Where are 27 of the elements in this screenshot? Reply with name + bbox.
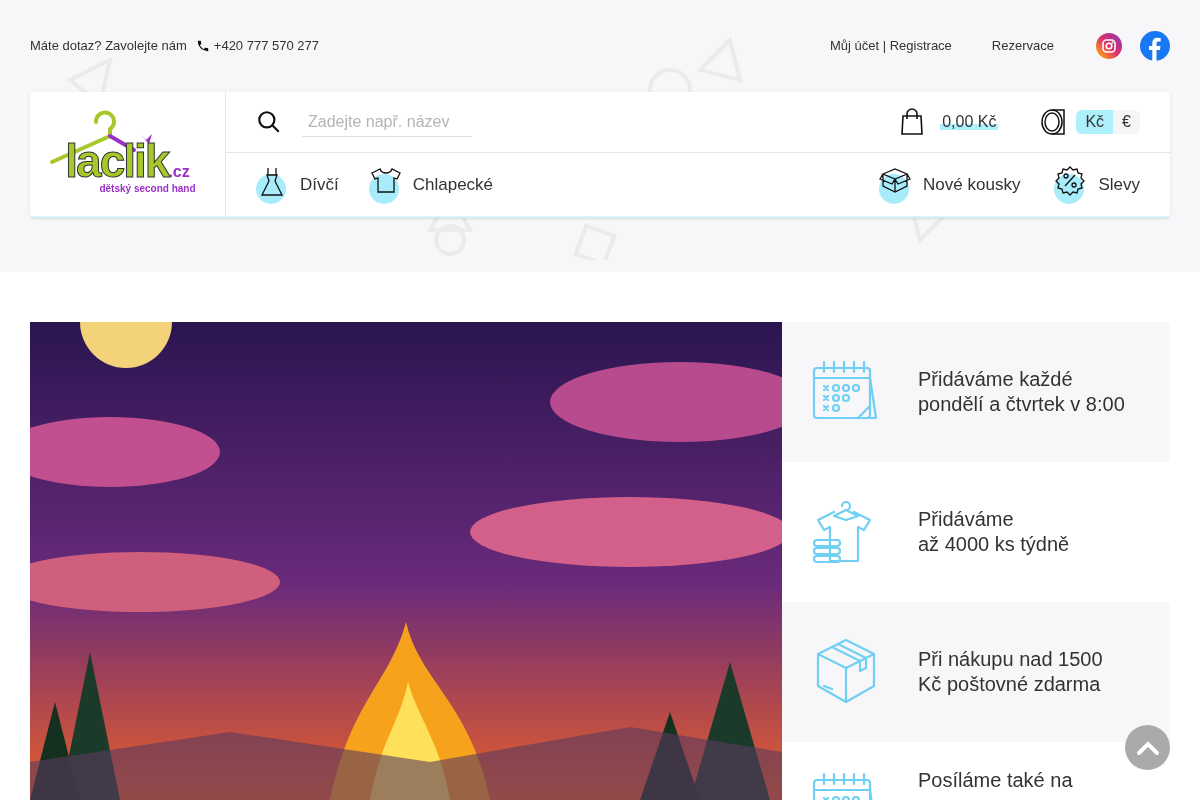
account-link[interactable]: Můj účet | Registrace bbox=[830, 36, 952, 56]
feature-text: Přidáváme až 4000 ks týdně bbox=[918, 507, 1071, 557]
cart-total[interactable]: 0,00 Kč bbox=[940, 114, 999, 130]
chevron-up-icon bbox=[1135, 739, 1160, 756]
currency-button[interactable]: Kč bbox=[1076, 110, 1114, 134]
search-icon[interactable] bbox=[256, 109, 282, 135]
logo-tagline: dětský second hand bbox=[99, 184, 196, 194]
search-field[interactable]: Zadejte např. název bbox=[302, 107, 472, 137]
nav-link[interactable]: Slevy bbox=[1054, 165, 1140, 204]
nav-link[interactable]: Nové kousky bbox=[879, 165, 1021, 204]
reservation-link[interactable]: Rezervace bbox=[991, 36, 1054, 56]
feature-text: Přidáváme každé pondělí a čtvrtek v 8:00 bbox=[918, 367, 1126, 417]
feature-text: Posíláme také na bbox=[918, 768, 1074, 793]
currency-button[interactable]: € bbox=[1113, 110, 1140, 134]
category-link[interactable]: Chlapecké bbox=[368, 165, 494, 204]
feature-text: Při nákupu nad 1500 Kč poštovné zdarma bbox=[918, 647, 1104, 697]
shirt-icon bbox=[368, 165, 403, 204]
phone-link[interactable]: +420 777 570 277 bbox=[213, 36, 319, 56]
category-link[interactable]: Dívčí bbox=[256, 165, 339, 204]
logo-domain: .cz bbox=[168, 164, 190, 180]
instagram-icon[interactable] bbox=[1096, 33, 1122, 59]
shopping-bag-icon[interactable] bbox=[900, 108, 925, 136]
phone-icon bbox=[195, 39, 210, 53]
facebook-icon[interactable] bbox=[1140, 31, 1170, 61]
logo[interactable]: laclik.cz dětský second hand bbox=[30, 92, 226, 216]
contact-question: Máte dotaz? Zavolejte nám bbox=[30, 37, 187, 56]
logo-wordmark: laclik bbox=[65, 138, 169, 184]
